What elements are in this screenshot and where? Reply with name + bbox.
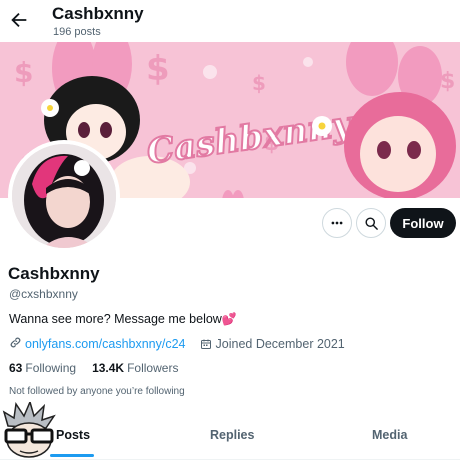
header-name: Cashbxnny — [52, 4, 144, 23]
profile-link[interactable]: onlyfans.com/cashbxnny/c24 — [25, 337, 186, 351]
follow-stats: 63 Following 13.4K Followers — [9, 361, 194, 375]
following-count: 63 — [9, 361, 23, 375]
arrow-left-icon[interactable] — [8, 9, 30, 31]
svg-text:$: $ — [146, 49, 170, 89]
bio: Wanna see more? Message me below💕 — [9, 312, 237, 326]
following-stat[interactable]: 63 Following — [9, 361, 76, 375]
profile-meta: onlyfans.com/cashbxnny/c24 Joined Decemb… — [9, 336, 345, 352]
heart-emoji: 💕 — [221, 312, 237, 326]
profile-tabs: Posts Replies Media — [0, 414, 460, 460]
join-date-text: Joined December 2021 — [215, 337, 345, 351]
more-dots-icon[interactable] — [322, 208, 352, 238]
svg-text:$: $ — [440, 69, 455, 94]
tab-replies[interactable]: Replies — [210, 428, 254, 442]
svg-text:$: $ — [252, 71, 266, 95]
followers-count: 13.4K — [92, 361, 125, 375]
followers-label: Followers — [127, 361, 179, 375]
tab-posts[interactable]: Posts — [56, 428, 90, 442]
calendar-icon — [200, 339, 211, 349]
svg-text:$: $ — [14, 56, 33, 89]
join-date: Joined December 2021 — [200, 337, 345, 351]
bio-text: Wanna see more? Message me below — [9, 312, 222, 326]
avatar-image — [12, 144, 116, 248]
post-count: 196 posts — [53, 26, 101, 38]
follow-button[interactable]: Follow — [390, 208, 456, 238]
mascot-glasses-icon — [0, 399, 58, 458]
avatar[interactable] — [8, 140, 120, 252]
link-icon — [9, 336, 22, 352]
search-icon[interactable] — [356, 208, 386, 238]
tab-media[interactable]: Media — [372, 428, 407, 442]
following-label: Following — [25, 361, 77, 375]
display-name: Cashbxnny — [8, 264, 100, 283]
followers-stat[interactable]: 13.4K Followers — [92, 361, 178, 375]
user-handle: @cxshbxnny — [9, 287, 78, 301]
not-followed-note: Not followed by anyone you’re following — [9, 386, 185, 397]
top-bar: Cashbxnny 196 posts — [0, 0, 460, 42]
